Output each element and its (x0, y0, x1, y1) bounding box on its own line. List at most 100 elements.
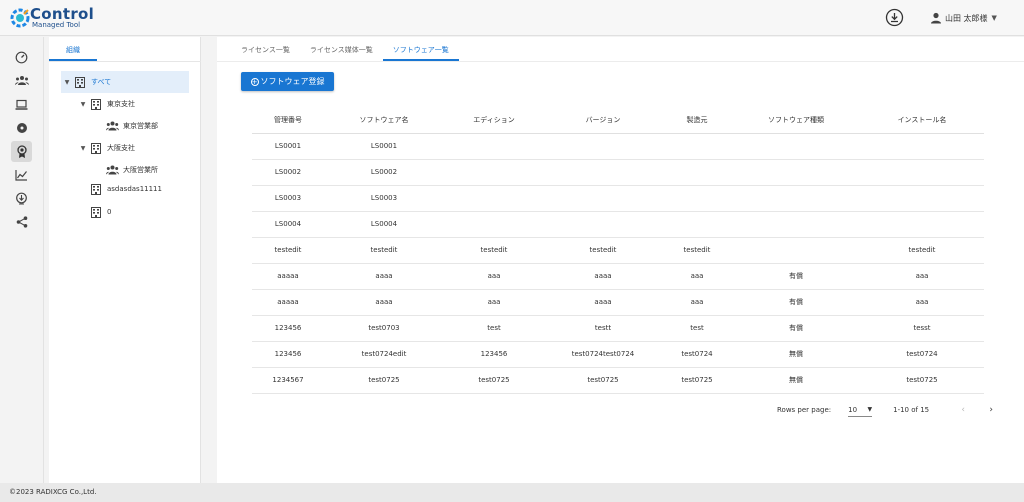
table-cell: tesst (860, 315, 984, 342)
table-cell: 123456 (252, 315, 324, 342)
table-cell (732, 185, 860, 212)
page-range: 1-10 of 15 (893, 406, 930, 414)
rail-item-users[interactable] (11, 70, 32, 91)
expand-arrow-icon[interactable]: ▼ (77, 145, 89, 152)
table-cell: testt (544, 315, 662, 342)
tree-node-label: 大阪営業所 (123, 166, 158, 174)
logo-gear-icon (10, 8, 30, 28)
tree-node-all[interactable]: ▼ すべて (61, 71, 189, 93)
tree-node-tokyo-sales[interactable]: 東京営業部 (105, 115, 158, 137)
table-cell: aaa (662, 263, 732, 290)
disc-icon (16, 122, 27, 133)
nav-rail (0, 37, 44, 483)
prev-page-button[interactable]: ‹ (955, 405, 971, 415)
register-software-button[interactable]: + ソフトウェア登録 (241, 72, 334, 91)
column-header[interactable]: 管理番号 (252, 108, 324, 134)
content-tabs: ライセンス一覧 ライセンス媒体一覧 ソフトウェア一覧 (231, 41, 459, 61)
table-cell: test (662, 315, 732, 342)
rows-per-page-value: 10 (848, 405, 858, 414)
rail-item-devices[interactable] (11, 94, 32, 115)
person-icon (931, 12, 941, 24)
table-cell: testedit (860, 237, 984, 264)
column-header[interactable]: バージョン (544, 108, 662, 134)
pagination: Rows per page: 10 ▼ 1-10 of 15 ‹ › (777, 400, 999, 420)
table-cell: LS0001 (252, 133, 324, 160)
table-cell: testedit (662, 237, 732, 264)
table-cell: test0724 (860, 341, 984, 368)
table-cell: 123456 (444, 341, 544, 368)
table-row[interactable]: 123456 test0724edit 123456 test0724test0724… (252, 341, 984, 368)
caret-down-icon: ▼ (991, 14, 997, 22)
table-row[interactable]: 1234567 test0725 test0725 test0725 test0725 無… (252, 367, 984, 394)
table-row[interactable]: aaaaa aaaa aaa aaaa aaa 有償 aaa (252, 263, 984, 290)
building-icon (89, 206, 103, 218)
table-cell: aaa (860, 289, 984, 316)
table-cell: testedit (544, 237, 662, 264)
table-row[interactable]: LS0004 LS0004 (252, 211, 984, 238)
copyright-text: ©2023 RADIXCG Co.,Ltd. (9, 488, 97, 496)
tree-node-tokyo-branch[interactable]: ▼ 東京支社 (77, 93, 135, 115)
table-cell: test0703 (324, 315, 444, 342)
chart-icon (15, 169, 27, 181)
rail-item-media[interactable] (11, 117, 32, 138)
rail-item-network[interactable] (11, 188, 32, 209)
table-row[interactable]: LS0001 LS0001 (252, 133, 984, 160)
user-name: 山田 太郎様 (945, 13, 988, 23)
network-icon (16, 192, 27, 205)
column-header[interactable]: ソフトウェア名 (324, 108, 444, 134)
rail-item-dashboard[interactable] (11, 47, 32, 68)
rail-item-reports[interactable] (11, 164, 32, 185)
table-cell: 無償 (732, 367, 860, 394)
table-row[interactable]: LS0003 LS0003 (252, 185, 984, 212)
table-cell: LS0004 (324, 211, 444, 238)
column-header[interactable]: エディション (444, 108, 544, 134)
table-row[interactable]: LS0002 LS0002 (252, 159, 984, 186)
tree-node-zero[interactable]: 0 (89, 201, 111, 223)
table-body: LS0001 LS0001 LS0002 LS0002 LS0003 LS0003 LS00… (252, 133, 984, 394)
add-circle-icon: + (250, 77, 259, 86)
column-header[interactable]: ソフトウェア種類 (732, 108, 860, 134)
user-menu[interactable]: 山田 太郎様 ▼ (930, 10, 997, 26)
column-header[interactable]: インストール名 (860, 108, 984, 134)
rail-item-license[interactable] (11, 141, 32, 162)
table-cell: aaaaa (252, 263, 324, 290)
tab-software-list[interactable]: ソフトウェア一覧 (382, 41, 459, 61)
next-page-button[interactable]: › (983, 405, 999, 415)
tree-node-label: 東京営業部 (123, 122, 158, 130)
table-cell (732, 211, 860, 238)
column-header[interactable]: 製造元 (662, 108, 732, 134)
table-cell (544, 185, 662, 212)
table-cell: testedit (444, 237, 544, 264)
app-logo[interactable]: Control Managed Tool (10, 6, 120, 30)
table-cell (732, 133, 860, 160)
app-header: Control Managed Tool 山田 太郎様 ▼ (0, 0, 1024, 36)
table-cell: 有償 (732, 289, 860, 316)
tab-organization[interactable]: 組織 (49, 43, 97, 61)
tree-node-osaka-branch[interactable]: ▼ 大阪支社 (77, 137, 135, 159)
table-cell (662, 185, 732, 212)
table-cell: test (444, 315, 544, 342)
table-cell: aaaaa (252, 289, 324, 316)
people-icon (14, 75, 29, 85)
table-row[interactable]: testedit testedit testedit testedit testedit… (252, 237, 984, 264)
rows-per-page-select[interactable]: 10 ▼ (848, 403, 873, 417)
tree-node-asdasdas[interactable]: asdasdas11111 (89, 178, 162, 200)
tab-license-list[interactable]: ライセンス一覧 (231, 41, 300, 61)
expand-arrow-icon[interactable]: ▼ (77, 101, 89, 108)
table-row[interactable]: aaaaa aaaa aaa aaaa aaa 有償 aaa (252, 289, 984, 316)
download-button[interactable] (885, 8, 904, 27)
table-cell: 有償 (732, 315, 860, 342)
table-cell: 123456 (252, 341, 324, 368)
table-cell: LS0004 (252, 211, 324, 238)
expand-arrow-icon[interactable]: ▼ (61, 79, 73, 86)
table-cell: LS0003 (252, 185, 324, 212)
table-row[interactable]: 123456 test0703 test testt test 有償 tesst (252, 315, 984, 342)
table-cell: 無償 (732, 341, 860, 368)
rail-item-share[interactable] (11, 211, 32, 232)
table-cell (444, 159, 544, 186)
software-table: 管理番号 ソフトウェア名 エディション バージョン 製造元 ソフトウェア種類 イ… (252, 108, 984, 394)
tab-license-media-list[interactable]: ライセンス媒体一覧 (300, 41, 383, 61)
table-cell: testedit (252, 237, 324, 264)
table-cell (444, 211, 544, 238)
table-cell (662, 211, 732, 238)
